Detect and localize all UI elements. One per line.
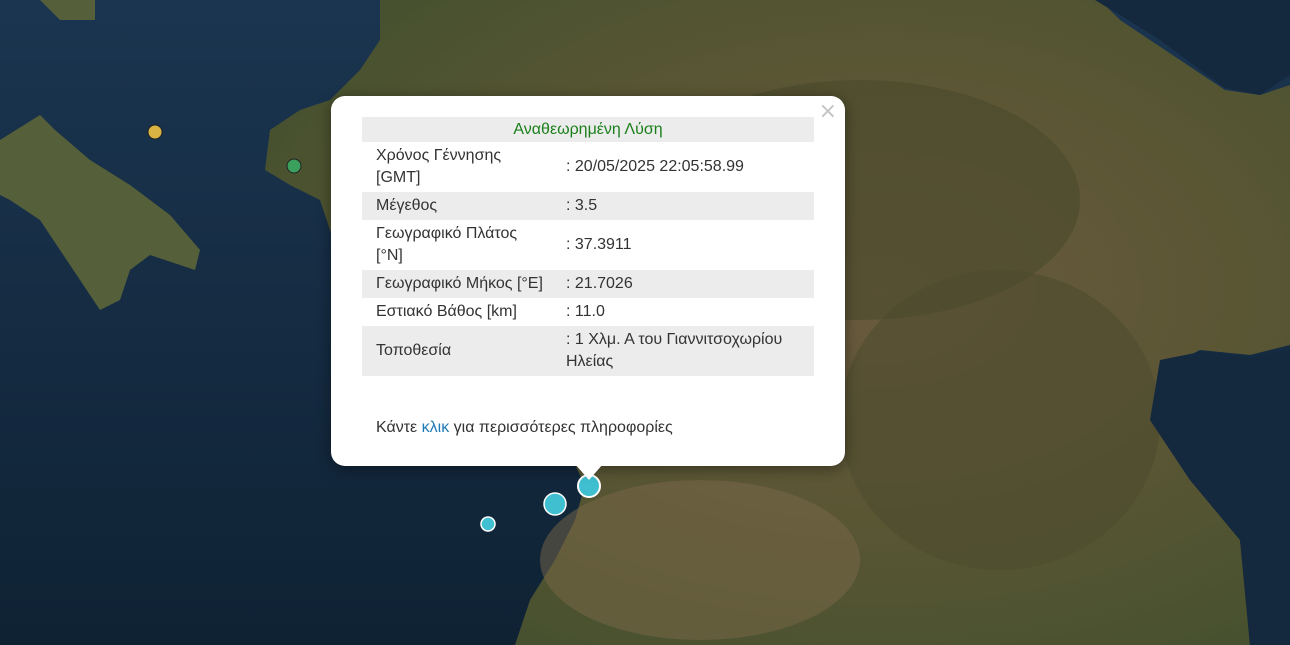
- earthquake-marker-yellow[interactable]: [147, 124, 163, 140]
- value-magnitude: : 3.5: [560, 192, 814, 220]
- popup-header: Αναθεωρημένη Λύση: [362, 117, 814, 142]
- label-origin-time: Χρόνος Γέννησης [GMT]: [376, 147, 502, 186]
- label-longitude: Γεωγραφικό Μήκος [°E]: [362, 270, 560, 298]
- earthquake-marker-green[interactable]: [286, 158, 302, 174]
- value-origin-time: : 20/05/2025 22:05:58.99: [566, 158, 744, 175]
- value-latitude: : 37.3911: [566, 236, 632, 253]
- label-latitude: Γεωγραφικό Πλάτος [°N]: [376, 225, 518, 264]
- mountains: [840, 270, 1160, 570]
- popup-tip: [575, 464, 603, 480]
- more-prefix: Κάντε: [376, 419, 418, 436]
- earthquake-marker-cyan-small[interactable]: [480, 516, 496, 532]
- row-longitude: Γεωγραφικό Μήκος [°E] : 21.7026: [362, 270, 814, 298]
- label-magnitude: Μέγεθος: [362, 192, 560, 220]
- more-suffix: για περισσότερες πληροφορίες: [453, 419, 673, 436]
- label-depth: Εστιακό Βάθος [km]: [376, 303, 517, 320]
- more-info-line: Κάντε κλικ για περισσότερες πληροφορίες: [376, 419, 673, 437]
- row-latitude: Γεωγραφικό Πλάτος [°N] : 37.3911: [362, 220, 814, 270]
- row-depth: Εστιακό Βάθος [km] : 11.0: [362, 298, 814, 326]
- earthquake-info-table: Αναθεωρημένη Λύση Χρόνος Γέννησης [GMT] …: [362, 117, 814, 376]
- value-longitude: : 21.7026: [560, 270, 814, 298]
- row-origin-time: Χρόνος Γέννησης [GMT] : 20/05/2025 22:05…: [362, 142, 814, 192]
- more-info-link[interactable]: κλικ: [422, 419, 450, 436]
- value-location: : 1 Χλμ. Α του Γιαννιτσοχωρίου Ηλείας: [560, 326, 814, 376]
- close-icon[interactable]: ×: [819, 101, 837, 123]
- earthquake-marker-cyan-large[interactable]: [543, 492, 567, 516]
- label-location: Τοποθεσία: [362, 326, 560, 376]
- row-location: Τοποθεσία : 1 Χλμ. Α του Γιαννιτσοχωρίου…: [362, 326, 814, 376]
- earthquake-popup: × Αναθεωρημένη Λύση Χρόνος Γέννησης [GMT…: [331, 96, 845, 466]
- plain: [540, 480, 860, 640]
- row-magnitude: Μέγεθος : 3.5: [362, 192, 814, 220]
- value-depth: : 11.0: [566, 303, 605, 320]
